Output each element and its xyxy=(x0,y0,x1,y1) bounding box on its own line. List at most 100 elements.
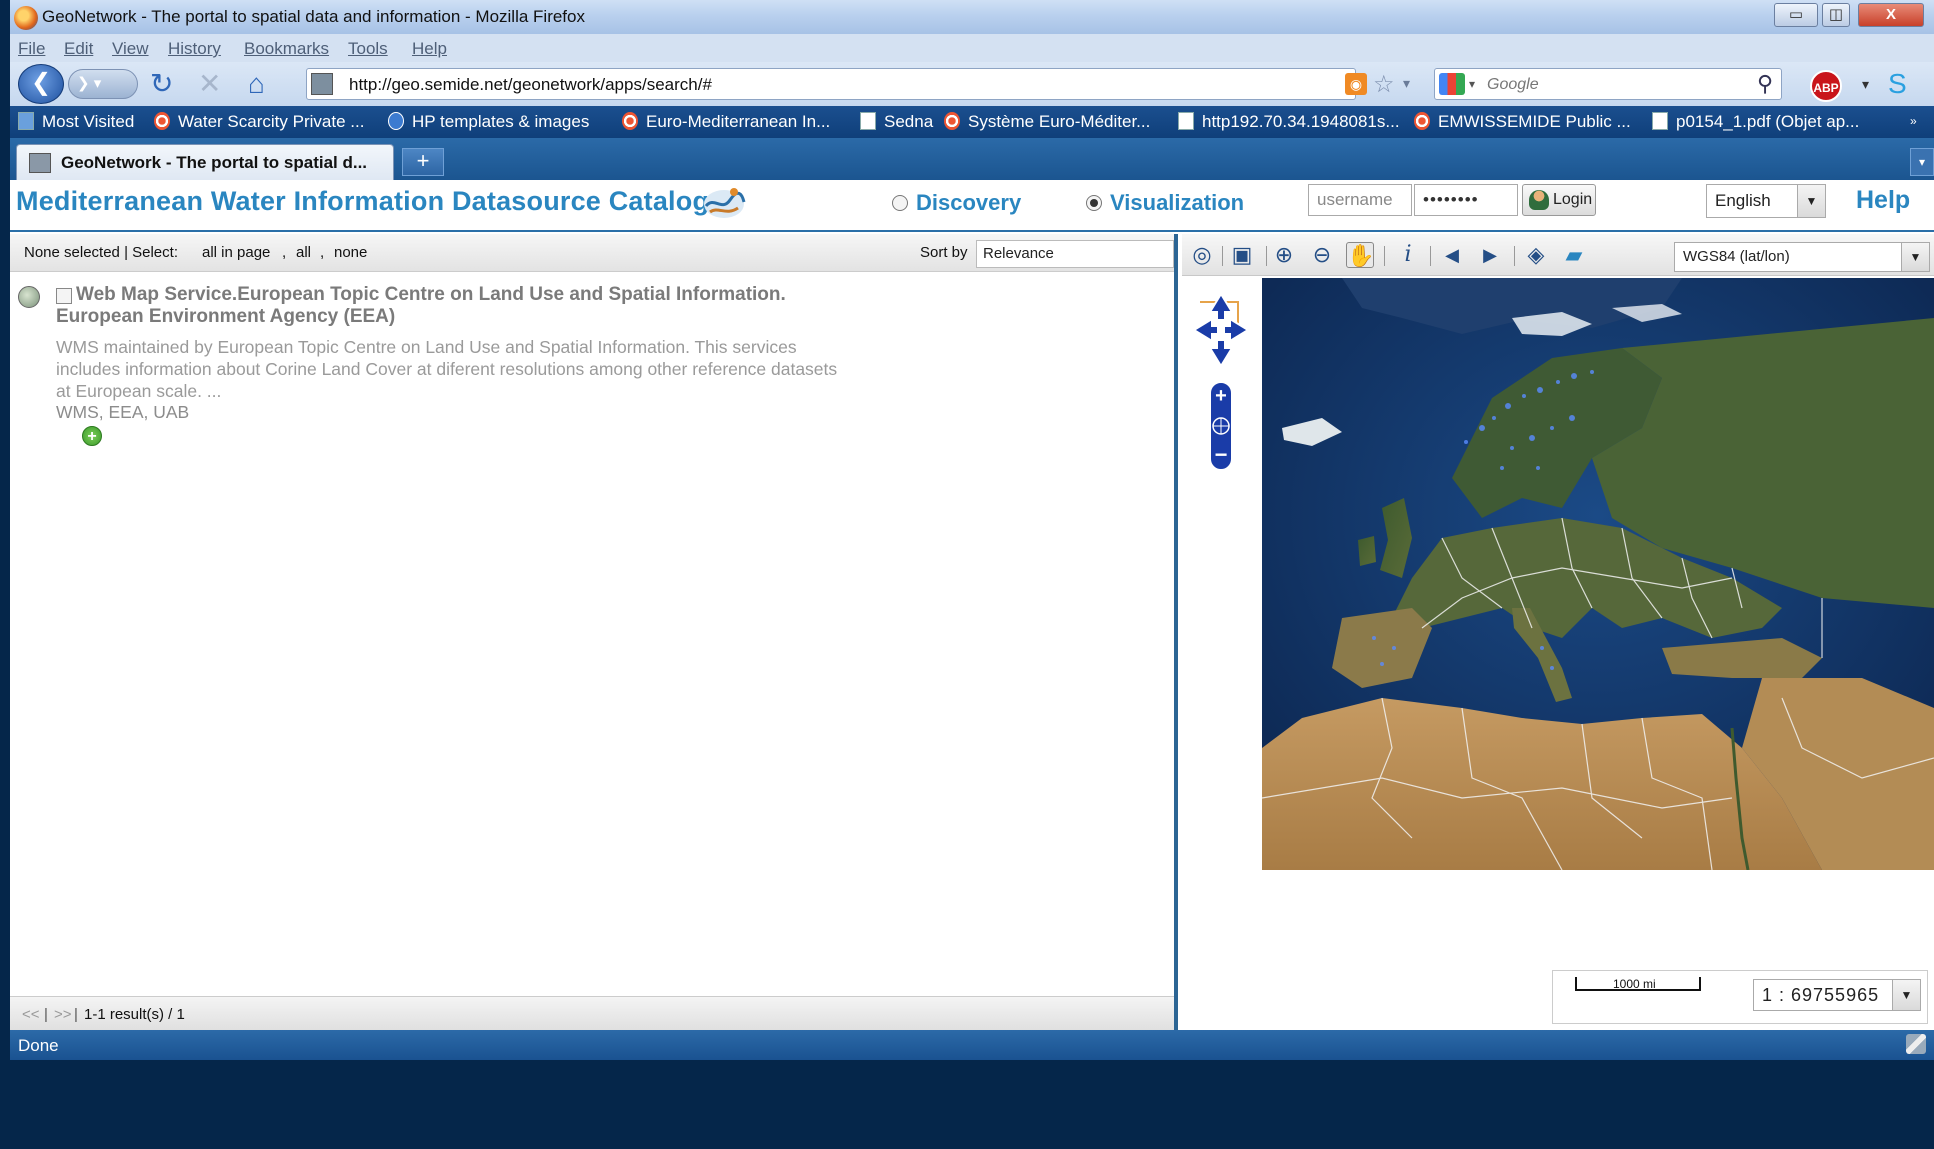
chevron-down-icon[interactable]: ▼ xyxy=(1901,243,1929,271)
menu-bar: File Edit View History Bookmarks Tools H… xyxy=(10,34,1934,62)
site-favicon-icon xyxy=(311,73,333,95)
map-toolbar: ◎ ▣ ⊕ ⊖ ✋ i ◀ ▶ ◈ ▰ WGS84 (lat/lon) ▼ xyxy=(1182,234,1934,276)
username-field[interactable]: username xyxy=(1308,184,1412,216)
address-dropdown-icon[interactable]: ▾ xyxy=(1403,75,1410,92)
rss-feed-icon[interactable]: ◉ xyxy=(1345,73,1367,95)
help-link[interactable]: Help xyxy=(1856,186,1910,215)
svg-text:+: + xyxy=(1215,385,1227,407)
menu-bookmarks[interactable]: Bookmarks xyxy=(244,39,329,59)
select-all-in-page-link[interactable]: all in page xyxy=(202,244,270,261)
menu-history[interactable]: History xyxy=(168,39,221,59)
mode-visualization[interactable]: Visualization xyxy=(1086,190,1244,216)
tab-favicon-icon xyxy=(29,153,51,173)
chevron-down-icon[interactable]: ▼ xyxy=(1892,980,1920,1010)
bookmark-euro-med[interactable]: Euro-Mediterranean In... xyxy=(622,112,830,132)
menu-tools[interactable]: Tools xyxy=(348,39,388,59)
page-title: Mediterranean Water Information Datasour… xyxy=(16,186,742,216)
open-folder-icon[interactable]: ▰ xyxy=(1560,242,1588,268)
add-to-map-icon[interactable]: + xyxy=(82,426,102,446)
menu-view[interactable]: View xyxy=(112,39,149,59)
restore-button[interactable]: ◫ xyxy=(1822,3,1850,27)
discovery-radio[interactable] xyxy=(892,195,908,211)
bookmark-star-icon[interactable]: ☆ xyxy=(1373,70,1395,99)
pan-zoom-control[interactable]: + − xyxy=(1192,290,1250,490)
minimize-button[interactable]: ▭ xyxy=(1774,3,1818,27)
satellite-map[interactable] xyxy=(1262,278,1934,870)
europe-africa-map-graphic[interactable] xyxy=(1262,278,1934,870)
tab-list-icon[interactable]: ▾ xyxy=(1910,148,1934,176)
page-icon xyxy=(1652,112,1668,130)
login-button[interactable]: Login xyxy=(1522,184,1596,216)
previous-extent-icon[interactable]: ◀ xyxy=(1438,242,1466,268)
select-all-link[interactable]: all xyxy=(296,244,311,261)
firefox-icon xyxy=(14,6,38,30)
visualization-radio[interactable] xyxy=(1086,195,1102,211)
result-abstract: WMS maintained by European Topic Centre … xyxy=(56,337,838,401)
dart-icon xyxy=(1414,112,1430,130)
search-icon[interactable]: ⚲ xyxy=(1757,71,1773,97)
status-addon-icon[interactable] xyxy=(1906,1034,1926,1054)
tab-geonetwork[interactable]: GeoNetwork - The portal to spatial d... xyxy=(16,144,394,180)
engine-dropdown-icon[interactable]: ▾ xyxy=(1469,77,1475,91)
back-button[interactable]: ❮ xyxy=(18,64,64,104)
bookmarks-overflow-icon[interactable]: » xyxy=(1910,114,1917,128)
language-select[interactable]: English ▼ xyxy=(1706,184,1826,218)
reload-icon[interactable]: ↻ xyxy=(150,70,173,98)
new-tab-button[interactable]: + xyxy=(402,148,444,176)
skype-icon[interactable]: S xyxy=(1888,68,1907,100)
zoom-box-icon[interactable]: ▣ xyxy=(1228,242,1256,268)
zoom-out-icon[interactable]: ⊖ xyxy=(1308,242,1336,268)
scale-select[interactable]: 1 : 69755965 ▼ xyxy=(1753,979,1921,1011)
address-url[interactable]: http://geo.semide.net/geonetwork/apps/se… xyxy=(349,75,712,95)
home-icon[interactable]: ⌂ xyxy=(248,70,265,98)
metadata-type-icon xyxy=(18,286,40,308)
navigation-toolbar: ❮ ❯ ▾ ↻ ✕ ⌂ http://geo.semide.net/geonet… xyxy=(10,62,1934,106)
pan-hand-icon[interactable]: ✋ xyxy=(1346,242,1374,268)
svg-text:−: − xyxy=(1215,442,1228,467)
address-bar[interactable]: http://geo.semide.net/geonetwork/apps/se… xyxy=(306,68,1410,100)
pager-next-link[interactable]: >> xyxy=(54,1006,72,1023)
user-icon xyxy=(1529,190,1549,210)
pager-prev-link[interactable]: << xyxy=(22,1006,40,1023)
menu-file[interactable]: File xyxy=(18,39,45,59)
bookmark-http-ip[interactable]: http192.70.34.1948081s... xyxy=(1178,112,1400,132)
search-bar[interactable]: ▾ Google ⚲ xyxy=(1434,68,1782,100)
menu-edit[interactable]: Edit xyxy=(64,39,93,59)
zoom-in-icon[interactable]: ⊕ xyxy=(1270,242,1298,268)
bookmark-pdf[interactable]: p0154_1.pdf (Objet ap... xyxy=(1652,112,1859,132)
stop-icon[interactable]: ✕ xyxy=(198,70,221,98)
bookmark-sedna[interactable]: Sedna xyxy=(860,112,933,132)
projection-select[interactable]: WGS84 (lat/lon) ▼ xyxy=(1674,242,1930,272)
dart-icon xyxy=(154,112,170,130)
password-field[interactable]: •••••••• xyxy=(1414,184,1518,216)
info-icon[interactable]: i xyxy=(1394,242,1422,268)
chevron-down-icon[interactable]: ▼ xyxy=(1797,185,1825,217)
result-item: Web Map Service.European Topic Centre on… xyxy=(10,282,1110,446)
abp-dropdown-icon[interactable]: ▾ xyxy=(1862,76,1869,93)
zoom-extent-icon[interactable]: ◎ xyxy=(1188,242,1216,268)
layers-icon[interactable]: ◈ xyxy=(1522,242,1550,268)
forward-button[interactable]: ❯ ▾ xyxy=(68,69,138,99)
sort-label: Sort by xyxy=(920,244,968,261)
bookmark-systeme-euro[interactable]: Système Euro-Méditer... xyxy=(944,112,1150,132)
bookmark-hp-templates[interactable]: HP templates & images xyxy=(388,112,589,132)
google-engine-icon[interactable] xyxy=(1439,73,1465,95)
sort-select[interactable]: Relevance xyxy=(976,240,1174,268)
result-title[interactable]: Web Map Service.European Topic Centre on… xyxy=(56,284,876,328)
menu-help[interactable]: Help xyxy=(412,39,447,59)
result-select-checkbox[interactable] xyxy=(56,288,72,304)
page-icon xyxy=(1178,112,1194,130)
close-button[interactable]: X xyxy=(1858,3,1924,27)
next-extent-icon[interactable]: ▶ xyxy=(1476,242,1504,268)
bookmark-most-visited[interactable]: Most Visited xyxy=(18,112,134,132)
bookmark-emwis-semide[interactable]: EMWISSEMIDE Public ... xyxy=(1414,112,1631,132)
bookmark-water-scarcity[interactable]: Water Scarcity Private ... xyxy=(154,112,364,132)
search-placeholder[interactable]: Google xyxy=(1487,76,1539,94)
result-count: 1-1 result(s) / 1 xyxy=(84,1006,185,1023)
adblock-plus-icon[interactable]: ABP xyxy=(1810,70,1842,102)
mode-discovery[interactable]: Discovery xyxy=(892,190,1021,216)
select-none-link[interactable]: none xyxy=(334,244,367,261)
app-header: Mediterranean Water Information Datasour… xyxy=(10,180,1934,232)
results-toolbar: None selected | Select: all in page , al… xyxy=(10,234,1174,272)
window-title: GeoNetwork - The portal to spatial data … xyxy=(42,7,585,26)
